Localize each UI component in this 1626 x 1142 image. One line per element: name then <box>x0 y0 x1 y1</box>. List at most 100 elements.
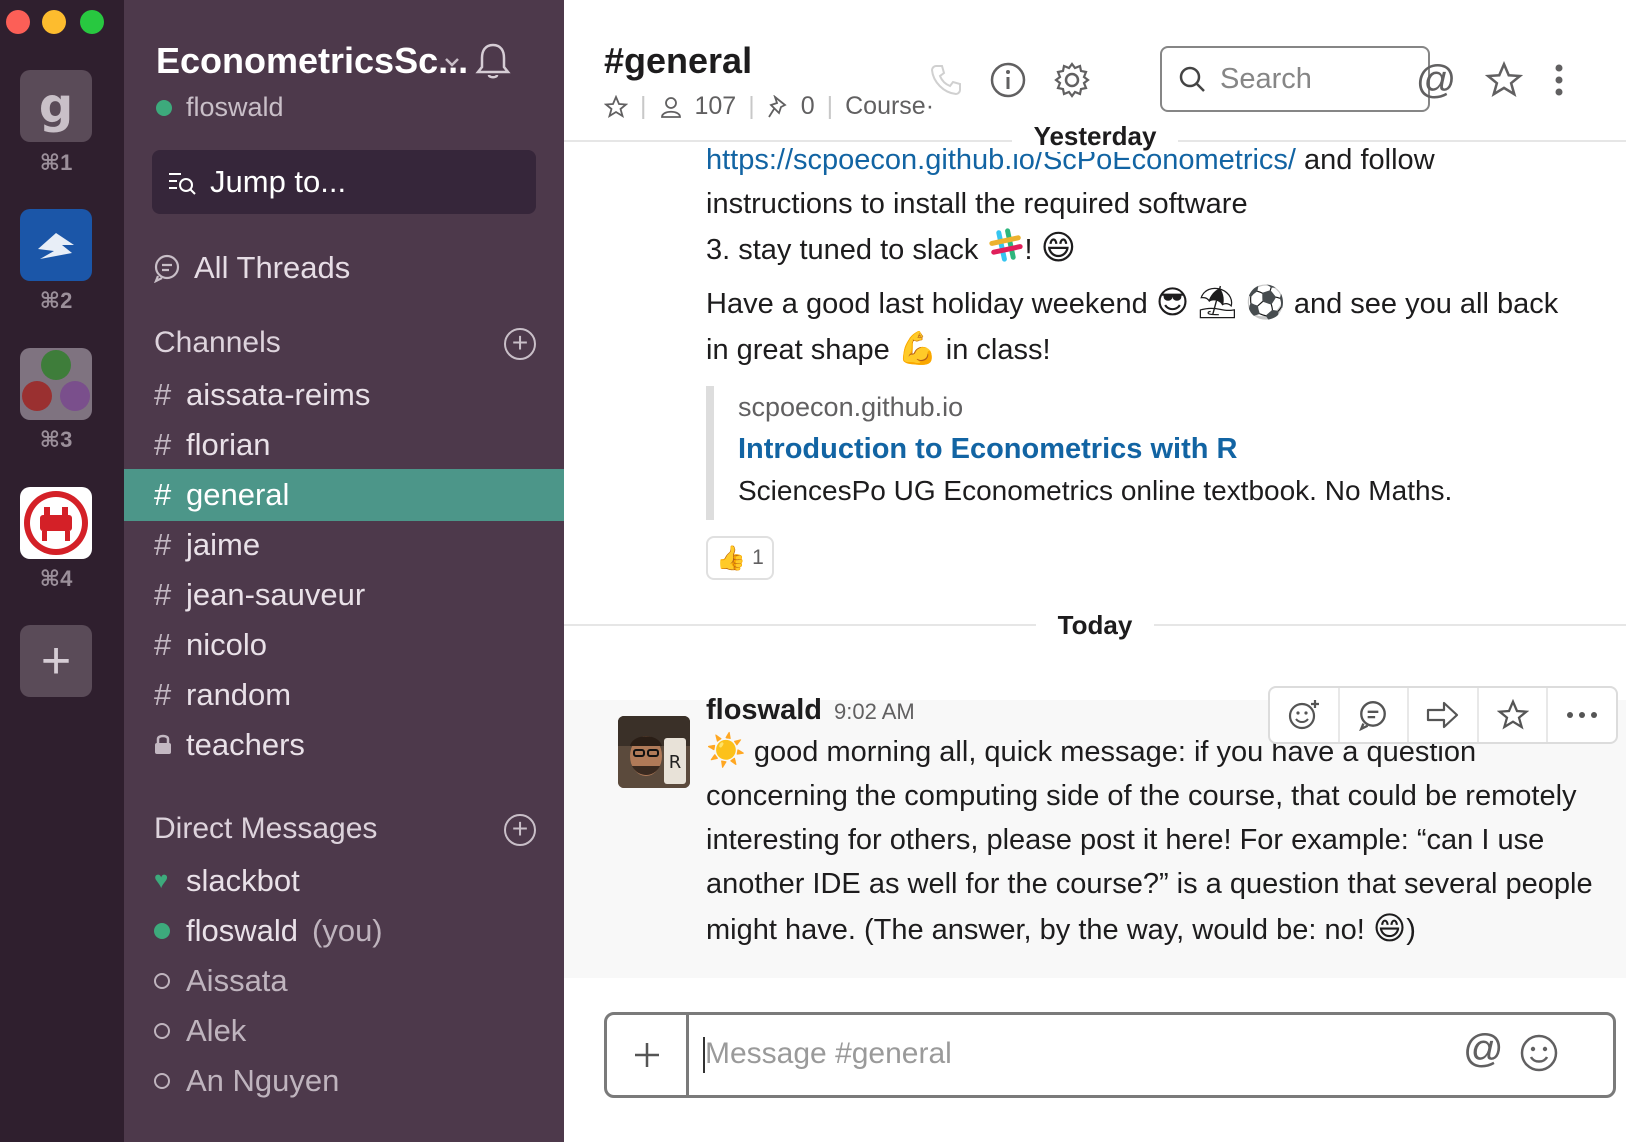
search-input[interactable]: Search <box>1160 46 1430 112</box>
workspace-2-button[interactable] <box>20 209 92 281</box>
dm-name: Aissata <box>186 963 288 998</box>
hash-icon: # <box>154 427 172 462</box>
minimize-window-button[interactable] <box>42 10 66 34</box>
direct-messages-header[interactable]: Direct Messages <box>154 812 377 846</box>
team-name-menu[interactable]: EconometricsSc... <box>156 40 468 82</box>
avatar[interactable]: R <box>618 716 690 788</box>
jump-to-button[interactable]: Jump to... <box>152 150 536 214</box>
workspace-rail: g ⌘1 ⌘2 ⌘3 ⌘4 + <box>0 0 124 1142</box>
channel-name: florian <box>186 427 271 462</box>
attach-button[interactable] <box>607 1015 689 1095</box>
workspace-4-button[interactable] <box>20 487 92 559</box>
plus-icon <box>634 1043 659 1067</box>
hash-icon: # <box>154 677 172 712</box>
channel-name: general <box>186 477 290 512</box>
offline-status-icon <box>154 1023 170 1039</box>
dm-alek[interactable]: Alek <box>124 1005 564 1057</box>
add-workspace-button[interactable]: + <box>20 625 92 697</box>
message-input[interactable]: Message #general <box>705 1037 952 1071</box>
sidebar-channel-teachers[interactable]: teachers <box>124 719 564 771</box>
message-author[interactable]: floswald <box>706 688 822 732</box>
dm-an-nguyen[interactable]: An Nguyen <box>124 1055 564 1107</box>
star-icon[interactable] <box>604 94 628 119</box>
hash-icon: # <box>154 527 172 562</box>
star-outline-icon <box>1485 61 1523 98</box>
sunglasses-emoji: 😎 <box>1155 284 1190 320</box>
add-reaction-button[interactable] <box>1270 688 1340 742</box>
current-user-status[interactable]: floswald <box>156 92 284 123</box>
all-threads-label: All Threads <box>194 250 351 285</box>
bell-icon[interactable] <box>472 40 514 82</box>
message-row[interactable]: R floswald 9:02 AM ☀️ good morning all, … <box>564 686 1626 978</box>
hash-icon: # <box>154 377 172 412</box>
hash-icon: # <box>154 577 172 612</box>
thumbs-up-reaction[interactable]: 👍 1 <box>706 536 774 580</box>
main-pane: #general | 107 | 0 | Course· Search @ Ye… <box>564 0 1626 1142</box>
sidebar-channel-jean-sauveur[interactable]: # jean-sauveur <box>124 569 564 621</box>
vertical-ellipsis-icon <box>1555 64 1563 96</box>
channels-header[interactable]: Channels <box>154 326 281 360</box>
emoji-picker-button[interactable] <box>1519 1033 1559 1078</box>
svg-text:R: R <box>669 752 682 773</box>
preview-site: scpoecon.github.io <box>738 392 964 422</box>
threads-icon <box>154 254 180 283</box>
jump-to-label: Jump to... <box>210 164 347 199</box>
preview-title-link[interactable]: Introduction to Econometrics with R <box>738 428 1526 470</box>
team-name: EconometricsSc... <box>156 40 469 81</box>
heart-icon: ♥ <box>154 867 169 894</box>
workspace-3-button[interactable] <box>20 348 92 420</box>
channel-name: nicolo <box>186 627 267 662</box>
slack-logo-icon <box>987 226 1025 277</box>
message-text: in great shape <box>706 334 890 366</box>
message-text: concerning the computing side of the cou… <box>706 780 1577 812</box>
lock-icon <box>154 727 186 763</box>
share-message-button[interactable] <box>1409 688 1479 742</box>
sidebar-channel-jaime[interactable]: # jaime <box>124 519 564 571</box>
workspace-1-button[interactable]: g <box>20 70 92 142</box>
sidebar-channel-aissata-reims[interactable]: # aissata-reims <box>124 369 564 421</box>
sun-emoji: ☀️ <box>706 732 746 768</box>
course-link[interactable]: https://scpoecon.github.io/ScPoEconometr… <box>706 144 1296 176</box>
link-preview: scpoecon.github.io Introduction to Econo… <box>706 386 1526 520</box>
channel-name: random <box>186 677 292 712</box>
mentions-button[interactable]: @ <box>1414 58 1458 102</box>
start-thread-button[interactable] <box>1340 688 1410 742</box>
call-button[interactable] <box>924 58 968 102</box>
workspace-2-logo-icon <box>38 233 74 259</box>
channel-name: teachers <box>186 727 305 762</box>
channel-title[interactable]: #general <box>604 40 752 82</box>
workspace-4-shortcut: ⌘4 <box>39 566 73 591</box>
reaction-count: 1 <box>752 546 764 569</box>
dm-floswald[interactable]: floswald (you) <box>124 905 564 957</box>
close-window-button[interactable] <box>6 10 30 34</box>
info-icon <box>990 62 1026 98</box>
mention-at-icon[interactable]: @ <box>1463 1029 1504 1069</box>
dm-slackbot[interactable]: ♥ slackbot <box>124 855 564 907</box>
sidebar-channel-random[interactable]: # random <box>124 669 564 721</box>
sidebar-channel-general[interactable]: # general <box>124 469 564 521</box>
hash-icon: # <box>154 477 172 512</box>
add-dm-button[interactable]: + <box>504 814 536 846</box>
chevron-down-icon[interactable] <box>442 52 462 72</box>
prev-message-paragraph: Have a good last holiday weekend 😎 ⛱ ⚽ a… <box>706 280 1606 372</box>
all-threads-item[interactable]: All Threads <box>152 250 350 286</box>
channel-settings-button[interactable] <box>1050 58 1094 102</box>
add-reaction-icon <box>1288 700 1319 730</box>
horizontal-ellipsis-icon <box>1567 712 1598 718</box>
sidebar-channel-nicolo[interactable]: # nicolo <box>124 619 564 671</box>
grinning-emoji: 😄 <box>1372 910 1407 946</box>
online-status-icon <box>156 99 172 116</box>
starred-items-button[interactable] <box>1482 58 1526 102</box>
star-message-button[interactable] <box>1479 688 1549 742</box>
more-actions-button[interactable] <box>1548 688 1616 742</box>
you-label: (you) <box>312 913 383 948</box>
channel-details-button[interactable] <box>986 58 1030 102</box>
plus-icon: + <box>40 632 72 690</box>
more-options-button[interactable] <box>1544 58 1574 102</box>
message-text: and see you all back <box>1293 288 1559 320</box>
thread-icon <box>1359 701 1387 731</box>
dm-aissata[interactable]: Aissata <box>124 955 564 1007</box>
zoom-window-button[interactable] <box>80 10 104 34</box>
add-channel-button[interactable]: + <box>504 328 536 360</box>
sidebar-channel-florian[interactable]: # florian <box>124 419 564 471</box>
